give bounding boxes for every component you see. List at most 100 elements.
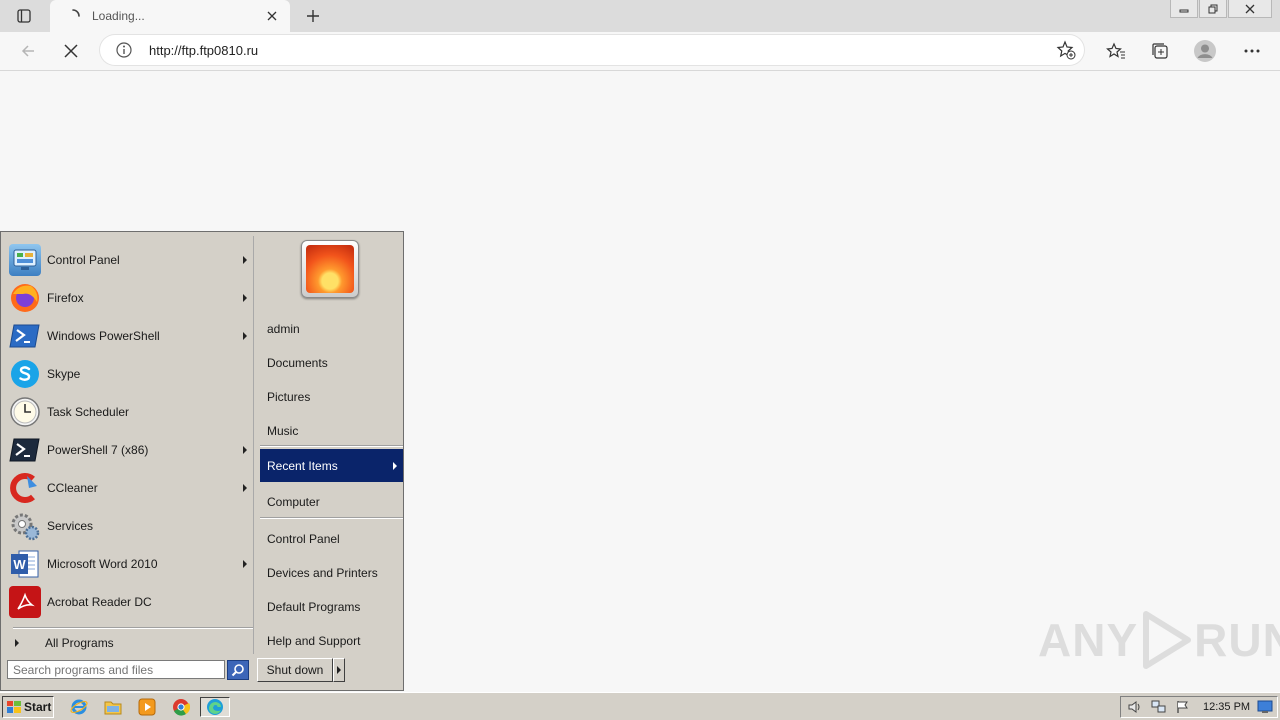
place-recent-items[interactable]: Recent Items [260, 449, 403, 482]
program-ccleaner[interactable]: CCleaner [9, 470, 253, 506]
minimize-button[interactable] [1170, 0, 1198, 18]
profile-button[interactable] [1192, 39, 1218, 63]
place-label: Devices and Printers [267, 565, 378, 580]
tab-close-button[interactable] [262, 6, 282, 26]
submenu-arrow-icon [243, 560, 247, 568]
collections-button[interactable] [1147, 39, 1173, 63]
shutdown-label: Shut down [266, 663, 324, 677]
program-label: Control Panel [47, 253, 120, 267]
program-word-2010[interactable]: W Microsoft Word 2010 [9, 546, 253, 582]
watermark-text-right: RUN [1194, 614, 1280, 666]
windows-flag-icon [7, 701, 21, 713]
loading-spinner-icon [72, 9, 80, 17]
program-label: Skype [47, 367, 81, 381]
place-help-support[interactable]: Help and Support [260, 624, 403, 657]
program-control-panel[interactable]: Control Panel [9, 242, 253, 278]
browser-tab-active[interactable]: Loading... [50, 0, 290, 32]
browser-toolbar: http://ftp.ftp0810.ru [0, 32, 1280, 71]
place-label: Recent Items [267, 458, 338, 473]
new-tab-button[interactable] [302, 5, 324, 27]
play-triangle-icon [1143, 611, 1192, 669]
program-acrobat-reader[interactable]: Acrobat Reader DC [9, 584, 253, 620]
search-programs-input[interactable] [7, 660, 225, 679]
window-controls [1169, 0, 1272, 18]
start-menu-programs: Control Panel Firefox Windows PowerShell… [5, 236, 254, 654]
settings-more-button[interactable] [1239, 39, 1265, 63]
taskbar-ie-button[interactable] [68, 697, 90, 717]
control-panel-icon [9, 244, 41, 276]
place-devices-printers[interactable]: Devices and Printers [260, 556, 403, 589]
powershell-icon [9, 320, 41, 352]
volume-icon[interactable] [1127, 700, 1143, 714]
start-menu: Control Panel Firefox Windows PowerShell… [0, 231, 404, 691]
all-programs-button[interactable]: All Programs [15, 636, 114, 650]
program-firefox[interactable]: Firefox [9, 280, 253, 316]
window-close-button[interactable] [1228, 0, 1272, 18]
chrome-icon [173, 699, 190, 716]
address-bar[interactable]: http://ftp.ftp0810.ru [100, 35, 1084, 65]
tab-actions-button[interactable] [10, 6, 38, 26]
collections-icon [1152, 43, 1168, 59]
place-control-panel[interactable]: Control Panel [260, 522, 403, 555]
user-picture[interactable] [301, 240, 359, 298]
clock[interactable]: 12:35 PM [1203, 701, 1250, 713]
watermark-text-left: ANY [1038, 614, 1139, 666]
folder-icon [104, 701, 122, 715]
back-button[interactable] [15, 39, 41, 63]
submenu-arrow-icon [243, 332, 247, 340]
action-center-flag-icon[interactable] [1175, 700, 1191, 714]
close-icon [64, 44, 78, 58]
plus-icon [307, 10, 319, 22]
program-label: Microsoft Word 2010 [47, 557, 158, 571]
avatar-icon [1194, 40, 1216, 62]
place-label: Default Programs [267, 599, 361, 614]
places-separator [260, 445, 403, 447]
search-button[interactable] [227, 660, 249, 680]
program-task-scheduler[interactable]: Task Scheduler [9, 394, 253, 430]
place-computer[interactable]: Computer [260, 485, 403, 518]
shutdown-button[interactable]: Shut down [257, 658, 333, 682]
taskbar-chrome-button[interactable] [170, 697, 192, 717]
place-pictures[interactable]: Pictures [260, 380, 403, 413]
start-button[interactable]: Start [2, 696, 54, 718]
firefox-icon [9, 282, 41, 314]
stop-loading-button[interactable] [58, 39, 84, 63]
submenu-arrow-icon [393, 462, 397, 470]
place-user-admin[interactable]: admin [260, 312, 403, 345]
tab-actions-icon [17, 9, 31, 23]
search-icon [231, 664, 244, 677]
star-add-icon [1056, 40, 1076, 60]
taskbar-edge-button[interactable] [200, 697, 230, 717]
program-powershell7[interactable]: PowerShell 7 (x86) [9, 432, 253, 468]
powershell7-icon [9, 434, 41, 466]
shutdown-options-button[interactable] [333, 658, 345, 682]
more-dots-icon [1244, 49, 1260, 53]
program-windows-powershell[interactable]: Windows PowerShell [9, 318, 253, 354]
program-services[interactable]: Services [9, 508, 253, 544]
acrobat-icon [9, 586, 41, 618]
address-url[interactable]: http://ftp.ftp0810.ru [149, 43, 258, 58]
restore-button[interactable] [1199, 0, 1227, 18]
place-documents[interactable]: Documents [260, 346, 403, 379]
place-music[interactable]: Music [260, 414, 403, 447]
submenu-arrow-icon [15, 639, 19, 647]
place-label: Documents [267, 355, 328, 370]
taskbar-explorer-button[interactable] [102, 697, 124, 717]
back-arrow-icon [21, 45, 34, 57]
tab-title: Loading... [92, 9, 145, 23]
media-player-icon [138, 698, 156, 716]
site-info-icon[interactable] [116, 42, 132, 61]
place-label: Music [267, 423, 299, 438]
place-default-programs[interactable]: Default Programs [260, 590, 403, 623]
place-label: Control Panel [267, 531, 340, 546]
favorites-button[interactable] [1103, 39, 1129, 63]
show-desktop-icon[interactable] [1257, 700, 1273, 714]
submenu-arrow-icon [243, 484, 247, 492]
network-icon[interactable] [1151, 700, 1167, 714]
start-menu-bottom: Shut down [5, 656, 399, 686]
watermark-logo: ANY RUN [1038, 610, 1280, 670]
taskbar-media-player-button[interactable] [136, 697, 158, 717]
place-label: Help and Support [267, 633, 361, 648]
add-favorite-button[interactable] [1056, 40, 1076, 63]
program-skype[interactable]: Skype [9, 356, 253, 392]
